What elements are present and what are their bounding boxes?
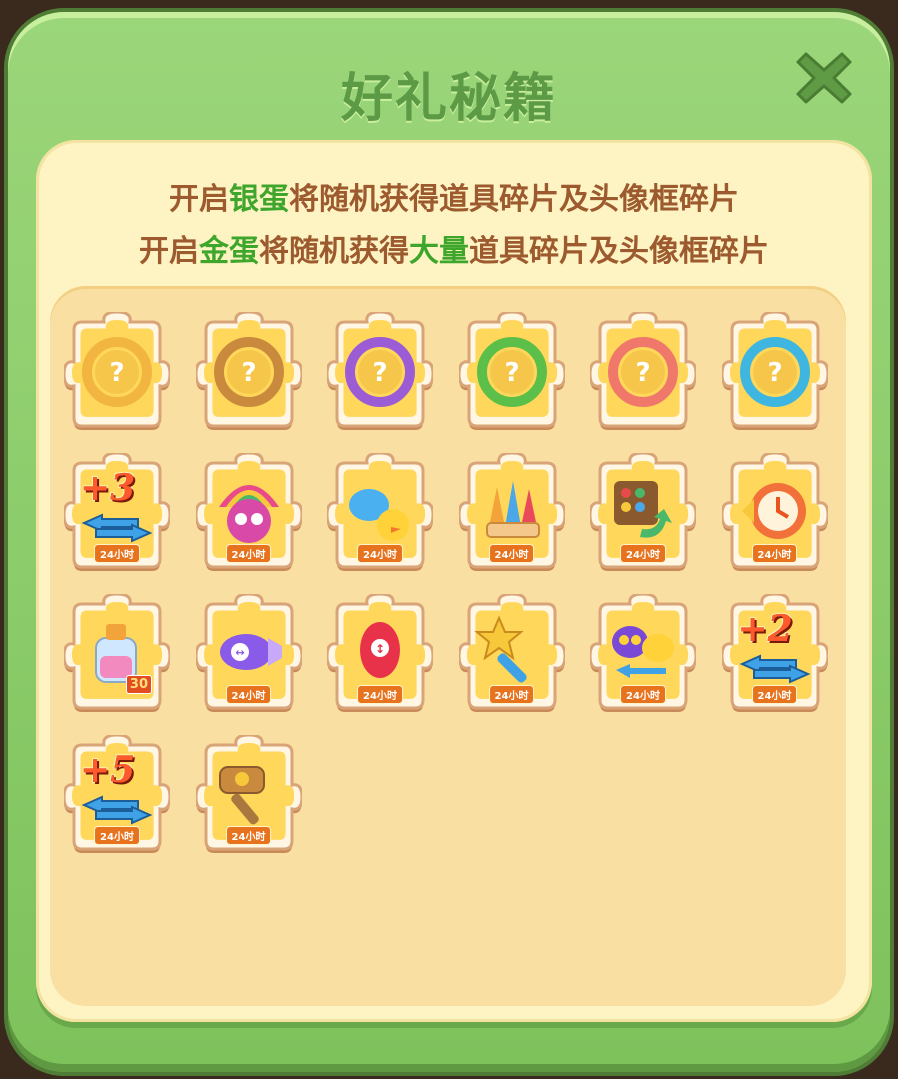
item-tile[interactable]: 30 bbox=[64, 594, 170, 718]
item-tile[interactable]: ? bbox=[195, 312, 302, 436]
duration-tag: 24小时 bbox=[225, 544, 272, 563]
duration-tag: 24小时 bbox=[357, 685, 403, 704]
item-tile[interactable]: +5 24小时 bbox=[64, 735, 170, 859]
svg-text:?: ? bbox=[109, 358, 124, 388]
item-tile[interactable]: 24小时 bbox=[195, 453, 302, 577]
duration-tag: 24小时 bbox=[620, 544, 666, 563]
item-tile[interactable]: ↕ 24小时 bbox=[327, 594, 433, 718]
dialog-frame: 好礼秘籍 开启银蛋将随机获得道具碎片及头像框碎片 开启金蛋将随机获得大量道具碎片… bbox=[8, 12, 890, 1072]
desc-line-gold: 开启金蛋将随机获得大量道具碎片及头像框碎片 bbox=[139, 234, 769, 269]
duration-tag: 24小时 bbox=[225, 826, 272, 845]
duration-tag: 24小时 bbox=[225, 685, 272, 704]
svg-text:?: ? bbox=[635, 358, 650, 388]
duration-tag: 24小时 bbox=[620, 685, 666, 704]
duration-tag: 24小时 bbox=[751, 544, 798, 563]
duration-tag: 24小时 bbox=[357, 544, 403, 563]
avatar-frame-cake-icon: ? bbox=[82, 337, 152, 407]
avatar-frame-witch-icon: ? bbox=[345, 337, 415, 407]
item-tile[interactable]: ? bbox=[458, 312, 565, 436]
large-amount-label: 大量 bbox=[409, 234, 469, 269]
dialog-title: 好礼秘籍 bbox=[340, 69, 557, 129]
close-icon[interactable] bbox=[792, 46, 856, 110]
owl-chick-swap-icon bbox=[612, 626, 674, 678]
item-tile[interactable]: ? bbox=[327, 312, 433, 436]
duration-tag: 24小时 bbox=[751, 685, 798, 704]
item-tile[interactable]: 24小时 bbox=[721, 453, 828, 577]
shuffle-board-icon bbox=[614, 481, 672, 538]
duration-tag: 24小时 bbox=[94, 826, 140, 845]
item-tile[interactable]: +2 24小时 bbox=[721, 594, 828, 718]
avatar-frame-frog-icon: ? bbox=[476, 337, 547, 407]
vertical-rocket-icon: ↕ bbox=[360, 622, 400, 678]
plus-moves-label: +5 bbox=[80, 749, 136, 791]
svg-text:?: ? bbox=[241, 358, 256, 388]
alarm-clock-icon bbox=[741, 483, 806, 539]
avatar-frame-cat-icon: ? bbox=[608, 337, 678, 407]
duration-tag: 24小时 bbox=[94, 544, 140, 563]
svg-text:↕: ↕ bbox=[375, 642, 385, 656]
rainbow-bird-icon bbox=[218, 485, 279, 543]
plus-moves-label: +2 bbox=[737, 608, 793, 650]
plus-moves-label: +3 bbox=[80, 467, 136, 509]
svg-text:?: ? bbox=[372, 358, 387, 388]
svg-text:?: ? bbox=[504, 358, 519, 388]
horizontal-rocket-icon: ↔ bbox=[219, 634, 282, 670]
item-tile[interactable]: 24小时 bbox=[458, 594, 565, 718]
avatar-frame-bear-icon: ? bbox=[213, 337, 284, 407]
item-tile[interactable]: 24小时 bbox=[458, 453, 565, 577]
item-tile[interactable]: 24小时 bbox=[195, 735, 302, 859]
item-tile[interactable]: ↔ 24小时 bbox=[195, 594, 302, 718]
hippo-chick-icon bbox=[349, 489, 409, 541]
item-tile[interactable]: +3 24小时 bbox=[64, 453, 170, 577]
rocket-bundle-icon bbox=[485, 481, 540, 538]
desc-line-silver: 开启银蛋将随机获得道具碎片及头像框碎片 bbox=[169, 182, 739, 217]
item-grid: ? ? ? ? ? ? +3 24小时 24小时 24小时 24小时 24小时 … bbox=[50, 286, 846, 1006]
silver-egg-label: 银蛋 bbox=[229, 182, 289, 217]
duration-badge: 30 bbox=[125, 675, 152, 694]
item-tile[interactable]: 24小时 bbox=[327, 453, 433, 577]
item-tile[interactable]: 24小时 bbox=[590, 594, 696, 718]
duration-tag: 24小时 bbox=[488, 685, 535, 704]
hammer-icon bbox=[218, 766, 265, 825]
item-tile[interactable]: ? bbox=[721, 312, 828, 436]
item-tile[interactable]: ? bbox=[64, 312, 170, 436]
content-panel: 开启银蛋将随机获得道具碎片及头像框碎片 开启金蛋将随机获得大量道具碎片及头像框碎… bbox=[36, 140, 872, 1022]
avatar-frame-bluebear-icon: ? bbox=[739, 337, 810, 407]
magic-wand-icon bbox=[473, 615, 527, 683]
item-tile[interactable]: ? bbox=[590, 312, 696, 436]
duration-tag: 24小时 bbox=[488, 544, 535, 563]
gold-egg-label: 金蛋 bbox=[199, 234, 259, 269]
svg-text:↔: ↔ bbox=[235, 646, 244, 659]
svg-text:?: ? bbox=[767, 358, 782, 388]
item-tile[interactable]: 24小时 bbox=[590, 453, 696, 577]
